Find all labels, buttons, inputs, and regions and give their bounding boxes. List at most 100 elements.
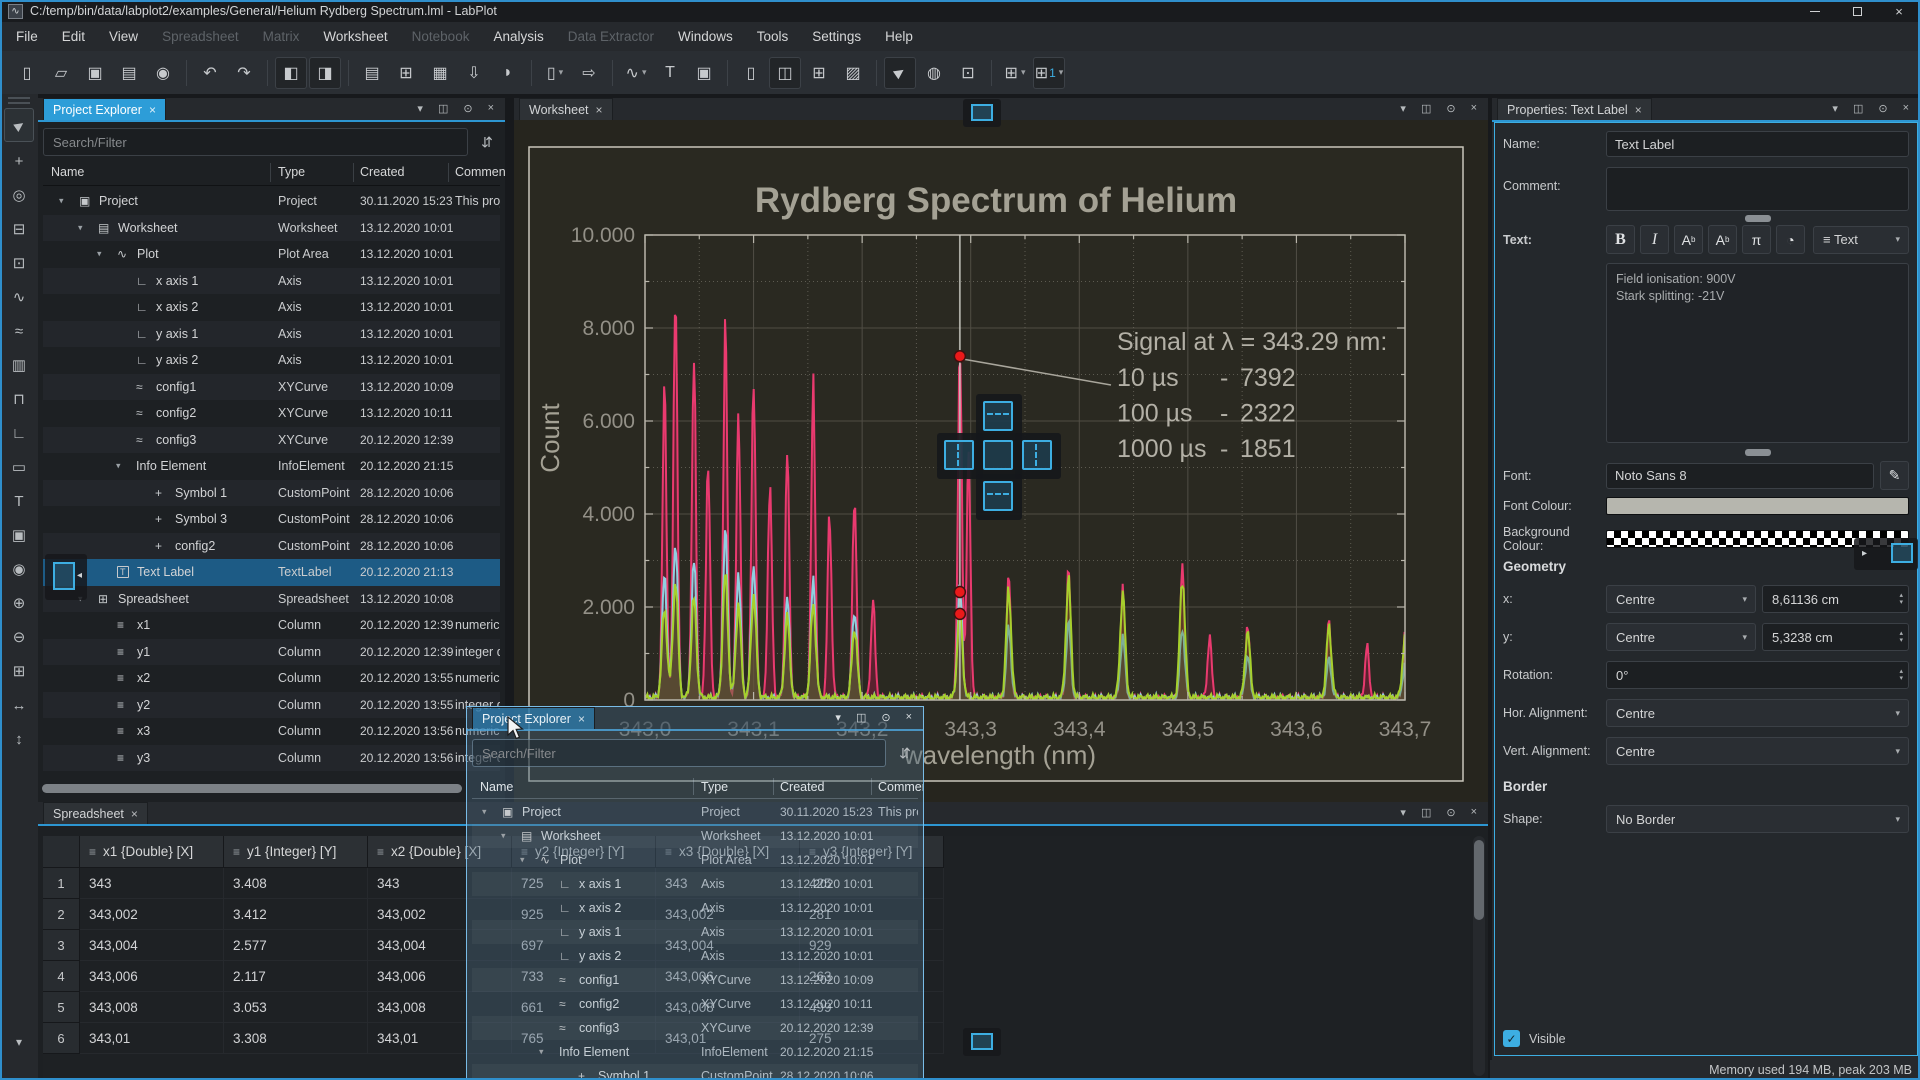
dock-menu-icon[interactable]: ▾ — [1832, 102, 1838, 115]
comment-field[interactable] — [1606, 167, 1909, 211]
filter-icon[interactable]: ⇵ — [892, 745, 918, 762]
tree-item-x3[interactable]: ≡x3Column20.12.2020 13:56numerical — [43, 718, 500, 745]
filter-icon[interactable]: ⇵ — [474, 134, 500, 151]
tree-item-x1[interactable]: ≡x1Column20.12.2020 12:39numerical — [43, 612, 500, 639]
dock-menu-icon[interactable]: ▾ — [835, 711, 841, 724]
font-field[interactable]: Noto Sans 8 — [1606, 463, 1874, 489]
zoom-x-tool-button[interactable]: ⊟ — [4, 214, 34, 244]
more-tools-button[interactable]: ▾ — [4, 1030, 34, 1054]
dock-indicator-edge-right[interactable] — [1891, 543, 1913, 563]
close-dock-icon[interactable]: × — [1471, 806, 1477, 818]
vert-alignment-combo[interactable]: Centre▾ — [1606, 737, 1909, 765]
zoom-y-tool-button[interactable]: ⊡ — [4, 248, 34, 278]
toggle-properties-button[interactable]: ◨ — [309, 57, 341, 89]
menu-worksheet[interactable]: Worksheet — [311, 22, 399, 51]
auto-fit-tool-button[interactable]: ⊞ — [4, 656, 34, 686]
crosshair-tool-button[interactable]: + — [4, 146, 34, 176]
tree-item-y3[interactable]: ≡y3Column20.12.2020 13:56integer da — [43, 745, 500, 772]
dock-indicator-edge-left[interactable] — [53, 562, 75, 590]
print-preview-button[interactable]: ◉ — [147, 57, 179, 89]
shift-x-tool-button[interactable]: ↔ — [4, 690, 34, 720]
tab-worksheet[interactable]: Worksheet× — [519, 98, 613, 120]
visible-checkbox[interactable]: ✓ — [1503, 1030, 1520, 1047]
menu-help[interactable]: Help — [873, 22, 925, 51]
export-button[interactable]: ⇨ — [573, 57, 605, 89]
tree-item-project[interactable]: ▾▣ProjectProject30.11.2020 15:23This pro… — [472, 800, 918, 824]
dock-indicator-right[interactable] — [1015, 433, 1061, 479]
table-cell[interactable]: 3.308 — [224, 1023, 368, 1054]
text-content-area[interactable]: Field ionisation: 900VStark splitting: -… — [1606, 263, 1909, 443]
tree-item-symbol-1[interactable]: +Symbol 1CustomPoint28.12.2020 10:06 — [472, 1064, 918, 1079]
rotation-spinbox[interactable]: 0°▴▾ — [1606, 661, 1909, 689]
table-cell[interactable]: 3.053 — [224, 992, 368, 1023]
add-image-tool-button[interactable]: ▣ — [4, 520, 34, 550]
expander-icon[interactable]: ▾ — [116, 461, 121, 472]
shift-y-tool-button[interactable]: ↕ — [4, 724, 34, 754]
menu-file[interactable]: File — [4, 22, 50, 51]
pin-dock-icon[interactable]: ⊙ — [1446, 806, 1455, 819]
y-position-spinbox[interactable]: 5,3238 cm▴▾ — [1762, 623, 1909, 651]
toggle-project-explorer-button[interactable]: ◧ — [275, 57, 307, 89]
tree-item-info-element[interactable]: ▾Info ElementInfoElement20.12.2020 21:15 — [472, 1040, 918, 1064]
dock-menu-icon[interactable]: ▾ — [1400, 102, 1406, 115]
save-project-button[interactable]: ▣ — [79, 57, 111, 89]
font-edit-button[interactable]: ✎ — [1880, 461, 1909, 490]
menu-windows[interactable]: Windows — [666, 22, 745, 51]
float-dock-icon[interactable]: ◫ — [1853, 102, 1863, 115]
close-icon[interactable]: × — [1635, 103, 1642, 117]
tree-item-y2[interactable]: ≡y2Column20.12.2020 13:55integer da — [43, 692, 500, 719]
tree-item-config1[interactable]: ≈config1XYCurve13.12.2020 10:09 — [43, 374, 500, 401]
pin-dock-icon[interactable]: ⊙ — [1878, 102, 1887, 115]
tree-header[interactable]: NameTypeCreatedCommen — [43, 160, 500, 186]
minimize-button[interactable] — [1794, 0, 1836, 22]
expander-icon[interactable]: ▾ — [97, 249, 102, 260]
hor-alignment-combo[interactable]: Centre▾ — [1606, 699, 1909, 727]
tree-item-symbol-1[interactable]: +Symbol 1CustomPoint28.12.2020 10:06 — [43, 480, 500, 507]
dock-indicator-edge-bottom[interactable] — [971, 1033, 993, 1050]
table-cell[interactable]: 343,004 — [80, 930, 224, 961]
zoom-select-mode-button[interactable]: ⊡ — [952, 57, 984, 89]
datetime-button[interactable]: ◔ — [1776, 225, 1805, 254]
horizontal-scrollbar[interactable] — [42, 784, 462, 793]
close-dock-icon[interactable]: × — [1903, 102, 1909, 114]
add-text-label-button[interactable]: T — [654, 57, 686, 89]
close-dock-icon[interactable]: × — [906, 711, 912, 723]
table-cell[interactable]: 343,01 — [80, 1023, 224, 1054]
add-info-element-tool-button[interactable]: ◉ — [4, 554, 34, 584]
table-cell[interactable]: 343,002 — [80, 899, 224, 930]
import-data-button[interactable]: ⇩ — [458, 57, 490, 89]
table-cell[interactable]: 343,008 — [80, 992, 224, 1023]
add-axis-tool-button[interactable]: ∟ — [4, 418, 34, 448]
tree-item-plot[interactable]: ▾∿PlotPlot Area13.12.2020 10:01 — [43, 241, 500, 268]
vertical-scrollbar[interactable] — [1473, 836, 1485, 1076]
search-input[interactable] — [43, 128, 468, 156]
x-anchor-combo[interactable]: Centre▾ — [1606, 585, 1756, 613]
corner-header[interactable] — [43, 836, 80, 868]
pin-dock-icon[interactable]: ⊙ — [463, 102, 472, 115]
tree-item-text-label[interactable]: TText LabelTextLabel20.12.2020 21:13 — [43, 559, 500, 586]
subscript-button[interactable]: Ab — [1708, 225, 1737, 254]
tree-item-y-axis-1[interactable]: ∟y axis 1Axis13.12.2020 10:01 — [43, 321, 500, 348]
tree-item-y-axis-1[interactable]: ∟y axis 1Axis13.12.2020 10:01 — [472, 920, 918, 944]
x-position-spinbox[interactable]: 8,61136 cm▴▾ — [1762, 585, 1909, 613]
close-icon[interactable]: × — [578, 712, 585, 726]
select-tool-button[interactable]: ► — [4, 108, 34, 142]
italic-button[interactable]: I — [1640, 225, 1669, 254]
row-number[interactable]: 2 — [43, 899, 80, 930]
font-colour-swatch[interactable] — [1606, 497, 1909, 515]
tab-project-explorer-floating[interactable]: Project Explorer× — [472, 707, 595, 729]
tab-properties-text-label[interactable]: Properties: Text Label× — [1497, 98, 1652, 120]
float-dock-icon[interactable]: ◫ — [856, 711, 866, 724]
layout-grid-button[interactable]: ⊞ — [803, 57, 835, 89]
navigate-mode-button[interactable]: ◍ — [918, 57, 950, 89]
splitter-handle[interactable] — [1745, 449, 1771, 456]
select-mode-button[interactable]: ► — [884, 57, 916, 89]
text-mode-combo[interactable]: ≡ Text▾ — [1813, 226, 1909, 254]
close-icon[interactable]: × — [596, 103, 603, 117]
redo-button[interactable]: ↷ — [228, 57, 260, 89]
table-cell[interactable]: 343,006 — [80, 961, 224, 992]
open-project-button[interactable]: ▱ — [45, 57, 77, 89]
splitter-handle[interactable] — [1745, 215, 1771, 222]
search-input[interactable] — [472, 739, 886, 767]
new-worksheet-button[interactable]: ▤ — [356, 57, 388, 89]
